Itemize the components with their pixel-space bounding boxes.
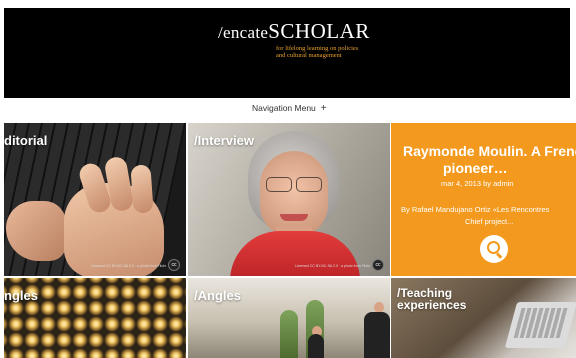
tile-title: ditorial <box>4 133 48 148</box>
logo-tagline: for lifelong learning on policies and cu… <box>276 45 359 59</box>
cc-license-icon: cc <box>168 259 180 271</box>
tile-title: /Angles <box>194 288 241 303</box>
site-logo[interactable]: /encateSCHOLAR for lifelong learning on … <box>218 20 370 59</box>
tile-title: /Interview <box>194 133 254 148</box>
post-tile-angles-2[interactable]: /Angles <box>188 278 390 358</box>
post-tile-teaching-experiences[interactable]: /Teaching experiences <box>391 278 576 358</box>
post-excerpt: By Rafael Mandujano Ortiz «Les Rencontre… <box>401 204 576 228</box>
tile-title: ngles <box>4 288 38 303</box>
post-title[interactable]: Raymonde Moulin. A French pioneer… <box>403 143 576 177</box>
excerpt-line: Chief project... <box>465 217 514 226</box>
tile-title-line: experiences <box>397 298 467 312</box>
excerpt-line: By Rafael Mandujano Ortiz «Les Rencontre… <box>401 205 550 214</box>
navigation-bar: Navigation Menu + <box>0 98 576 120</box>
portrait-mouth <box>280 214 308 221</box>
navigation-menu-label: Navigation Menu <box>252 103 316 113</box>
post-title-line: pioneer… <box>443 160 508 176</box>
post-tile-angles[interactable]: ngles <box>4 278 186 358</box>
person-image <box>364 312 390 358</box>
portrait-glasses <box>264 177 324 192</box>
post-title-line: Raymonde Moulin. A French <box>403 143 576 159</box>
post-tile-interview[interactable]: /Interview Licensed CC BY-NC-SA 2.0 · a … <box>188 123 390 276</box>
site-header: /encateSCHOLAR for lifelong learning on … <box>4 8 570 98</box>
tile-title: /Teaching experiences <box>397 287 466 311</box>
plant-image <box>280 310 298 358</box>
navigation-menu-toggle[interactable]: Navigation Menu + <box>252 103 327 114</box>
portrait-face <box>260 151 328 237</box>
search-icon[interactable] <box>480 235 508 263</box>
photo-credit: Licensed CC BY-NC-SA 2.0 · a photo from … <box>90 264 166 268</box>
finger-image <box>130 164 154 214</box>
photo-credit: Licensed CC BY-NC-SA 2.0 · a photo from … <box>294 264 370 268</box>
person-image <box>308 334 324 358</box>
post-tile-editorial[interactable]: ditorial Licensed CC BY-NC-SA 2.0 · a ph… <box>4 123 186 276</box>
laptop-image <box>504 302 576 348</box>
post-meta: mar 4, 2013 by admin <box>441 179 514 188</box>
post-tile-raymonde-moulin[interactable]: Raymonde Moulin. A French pioneer… mar 4… <box>391 123 576 276</box>
cc-license-icon: cc <box>372 259 384 271</box>
plus-icon: + <box>320 103 327 114</box>
logo-text: /encateSCHOLAR <box>218 19 370 43</box>
